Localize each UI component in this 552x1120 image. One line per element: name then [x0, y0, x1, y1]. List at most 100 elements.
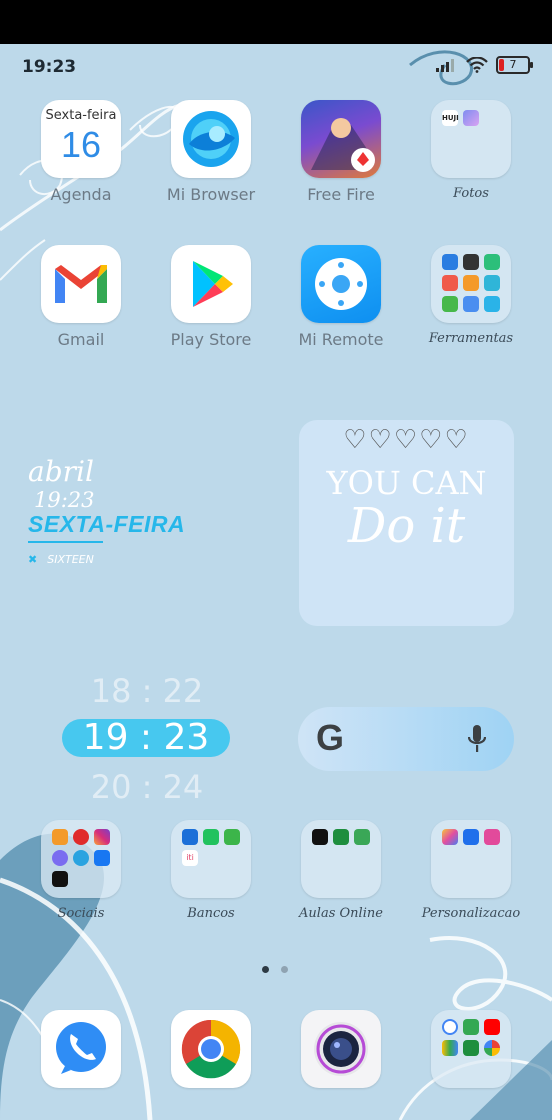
date-widget[interactable]: abril 19:23 SEXTA-FEIRA ✖ SIXTEEN [28, 455, 268, 566]
app-label: Play Store [170, 330, 252, 349]
folder-label: Personalizacao [421, 906, 521, 921]
app-gmail[interactable]: Gmail [21, 245, 141, 349]
app-label: Agenda [50, 185, 112, 204]
page-dot-active[interactable] [262, 966, 269, 973]
app-mi-browser[interactable]: Mi Browser [151, 100, 271, 204]
folder-label: Sociais [57, 906, 105, 921]
facebook-icon [94, 850, 110, 866]
status-bar: 19:23 7 [0, 44, 552, 88]
page-indicator[interactable] [262, 966, 288, 973]
huji-text: HUJI [442, 114, 459, 122]
folder-icon [431, 245, 511, 323]
drive-icon [442, 1040, 458, 1056]
chrome-icon [171, 1010, 251, 1088]
gmail-icon [41, 245, 121, 323]
quote-widget[interactable]: ♡♡♡♡♡ YOU CAN Do it [299, 420, 514, 626]
calendar-date: 16 [60, 124, 102, 165]
pinterest-icon [73, 829, 89, 845]
folder-personalizacao[interactable]: Personalizacao [411, 820, 531, 921]
gallery-icon [463, 110, 479, 126]
mi-browser-icon [171, 100, 251, 178]
widget-time: 19:23 [34, 488, 95, 512]
messenger-icon [52, 850, 68, 866]
folder-icon [301, 820, 381, 898]
teams-icon [354, 829, 370, 845]
kwgt-icon [463, 829, 479, 845]
meet-icon [463, 1040, 479, 1056]
folder-aulas-online[interactable]: Aulas Online [281, 820, 401, 921]
folder-sociais[interactable]: Sociais [21, 820, 141, 921]
folder-label: Fotos [453, 186, 489, 201]
edit-icon [463, 296, 479, 312]
widget-underline [28, 541, 103, 543]
widget-subtitle: ✖ SIXTEEN [28, 553, 268, 566]
clock-widget[interactable]: 19 : 23 [62, 719, 230, 757]
free-fire-icon [301, 100, 381, 178]
classroom-icon [333, 829, 349, 845]
scanner-icon [484, 275, 500, 291]
picpay-icon [203, 829, 219, 845]
calendar-icon: Sexta-feira 16 [41, 100, 121, 178]
battery-level: 7 [509, 58, 517, 71]
dock-google-folder[interactable] [411, 1010, 531, 1088]
download-icon [442, 296, 458, 312]
compass-icon [463, 254, 479, 270]
widgets-icon [442, 829, 458, 845]
apps-icon [463, 275, 479, 291]
folder-icon [41, 820, 121, 898]
google-icon [442, 1019, 458, 1035]
widget-sub-text: SIXTEEN [47, 553, 94, 566]
recorder-icon [442, 275, 458, 291]
play-store-icon [171, 245, 251, 323]
page-dot[interactable] [281, 966, 288, 973]
folder-label: Ferramentas [428, 331, 514, 346]
maps-icon [463, 1019, 479, 1035]
chat-icon [52, 829, 68, 845]
youtube-icon [484, 1019, 500, 1035]
app-play-store[interactable]: Play Store [151, 245, 271, 349]
folder-icon [431, 820, 511, 898]
folder-label: Bancos [187, 906, 235, 921]
widget-weekday: SEXTA-FEIRA [28, 511, 186, 537]
tiktok-icon [52, 871, 68, 887]
app-label: Mi Browser [166, 185, 256, 204]
app-label: Gmail [57, 330, 105, 349]
quote-line-2: Do it [347, 498, 466, 554]
folder-bancos[interactable]: iti Bancos [151, 820, 271, 921]
bank-x-icon [182, 829, 198, 845]
google-logo-icon: G [316, 717, 345, 758]
iti-icon: iti [182, 850, 198, 866]
app-agenda[interactable]: Sexta-feira 16 Agenda [21, 100, 141, 204]
battery-icon: 7 [496, 56, 533, 74]
app-label: Free Fire [307, 185, 375, 204]
iti-text: iti [186, 853, 194, 862]
share-icon [484, 296, 500, 312]
clock-next: 20 : 24 [90, 768, 204, 806]
status-time: 19:23 [22, 57, 77, 77]
shortcut-icon [484, 829, 500, 845]
microphone-icon[interactable] [468, 725, 486, 755]
telegram-icon [73, 850, 89, 866]
dock-camera[interactable] [281, 1010, 401, 1088]
app-free-fire[interactable]: Free Fire [281, 100, 401, 204]
dock-chrome[interactable] [151, 1010, 271, 1088]
widget-month: abril [28, 455, 94, 488]
quote-line-1: YOU CAN [326, 464, 487, 502]
wifi-icon [466, 57, 488, 73]
signal-icon [436, 59, 454, 72]
contacts-icon [442, 254, 458, 270]
folder-fotos[interactable]: HUJI Fotos [411, 100, 531, 201]
camera-icon [301, 1010, 381, 1088]
folder-label: Aulas Online [299, 906, 383, 921]
clock-prev: 18 : 22 [90, 672, 204, 710]
folder-icon: HUJI [431, 100, 511, 178]
status-icons: 7 [436, 56, 533, 74]
caixa-icon [224, 829, 240, 845]
app-mi-remote[interactable]: Mi Remote [281, 245, 401, 349]
app-label: Mi Remote [298, 330, 384, 349]
dock-phone[interactable] [21, 1010, 141, 1088]
folder-ferramentas[interactable]: Ferramentas [411, 245, 531, 346]
folder-icon [431, 1010, 511, 1088]
google-search-widget[interactable]: G [298, 707, 514, 771]
phone-icon [41, 1010, 121, 1088]
